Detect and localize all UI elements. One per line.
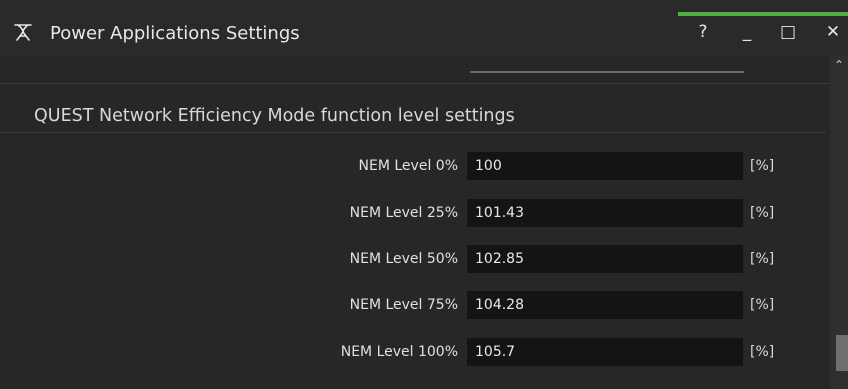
help-button[interactable]: ? (688, 18, 718, 46)
nem-level-row: NEM Level 100% [%] (0, 338, 830, 366)
nem-level-row: NEM Level 25% [%] (0, 199, 830, 227)
title-bar: Power Applications Settings ? _ □ ✕ (0, 0, 848, 56)
section-title: QUEST Network Efficiency Mode function l… (34, 106, 515, 126)
settings-content: QUEST Network Efficiency Mode function l… (0, 56, 830, 389)
maximize-button[interactable]: □ (773, 18, 803, 46)
nem-level-label: NEM Level 25% (349, 205, 458, 221)
section-underline (0, 132, 826, 133)
nem-level-row: NEM Level 75% [%] (0, 291, 830, 319)
nem-level-input[interactable] (467, 199, 743, 227)
nem-level-unit: [%] (750, 205, 775, 221)
nem-level-input[interactable] (467, 152, 743, 180)
section-divider (0, 83, 830, 84)
scrollbar-thumb[interactable] (836, 335, 848, 371)
app-logo-icon (12, 22, 34, 44)
nem-level-unit: [%] (750, 158, 775, 174)
accent-bar (678, 12, 848, 16)
nem-level-unit: [%] (750, 297, 775, 313)
close-button[interactable]: ✕ (818, 18, 848, 46)
vertical-scrollbar[interactable]: ⌃ (830, 56, 848, 389)
nem-level-unit: [%] (750, 344, 775, 360)
nem-level-label: NEM Level 0% (358, 158, 458, 174)
nem-level-unit: [%] (750, 251, 775, 267)
nem-level-label: NEM Level 75% (349, 297, 458, 313)
window-title: Power Applications Settings (50, 23, 300, 44)
nem-level-row: NEM Level 0% [%] (0, 152, 830, 180)
scroll-up-arrow-icon[interactable]: ⌃ (830, 58, 848, 72)
nem-level-input[interactable] (467, 338, 743, 366)
nem-level-label: NEM Level 50% (349, 251, 458, 267)
minimize-button[interactable]: _ (732, 18, 762, 46)
nem-level-row: NEM Level 50% [%] (0, 245, 830, 273)
nem-level-input[interactable] (467, 245, 743, 273)
nem-level-input[interactable] (467, 291, 743, 319)
nem-level-label: NEM Level 100% (340, 344, 458, 360)
previous-field-edge[interactable] (470, 56, 744, 73)
